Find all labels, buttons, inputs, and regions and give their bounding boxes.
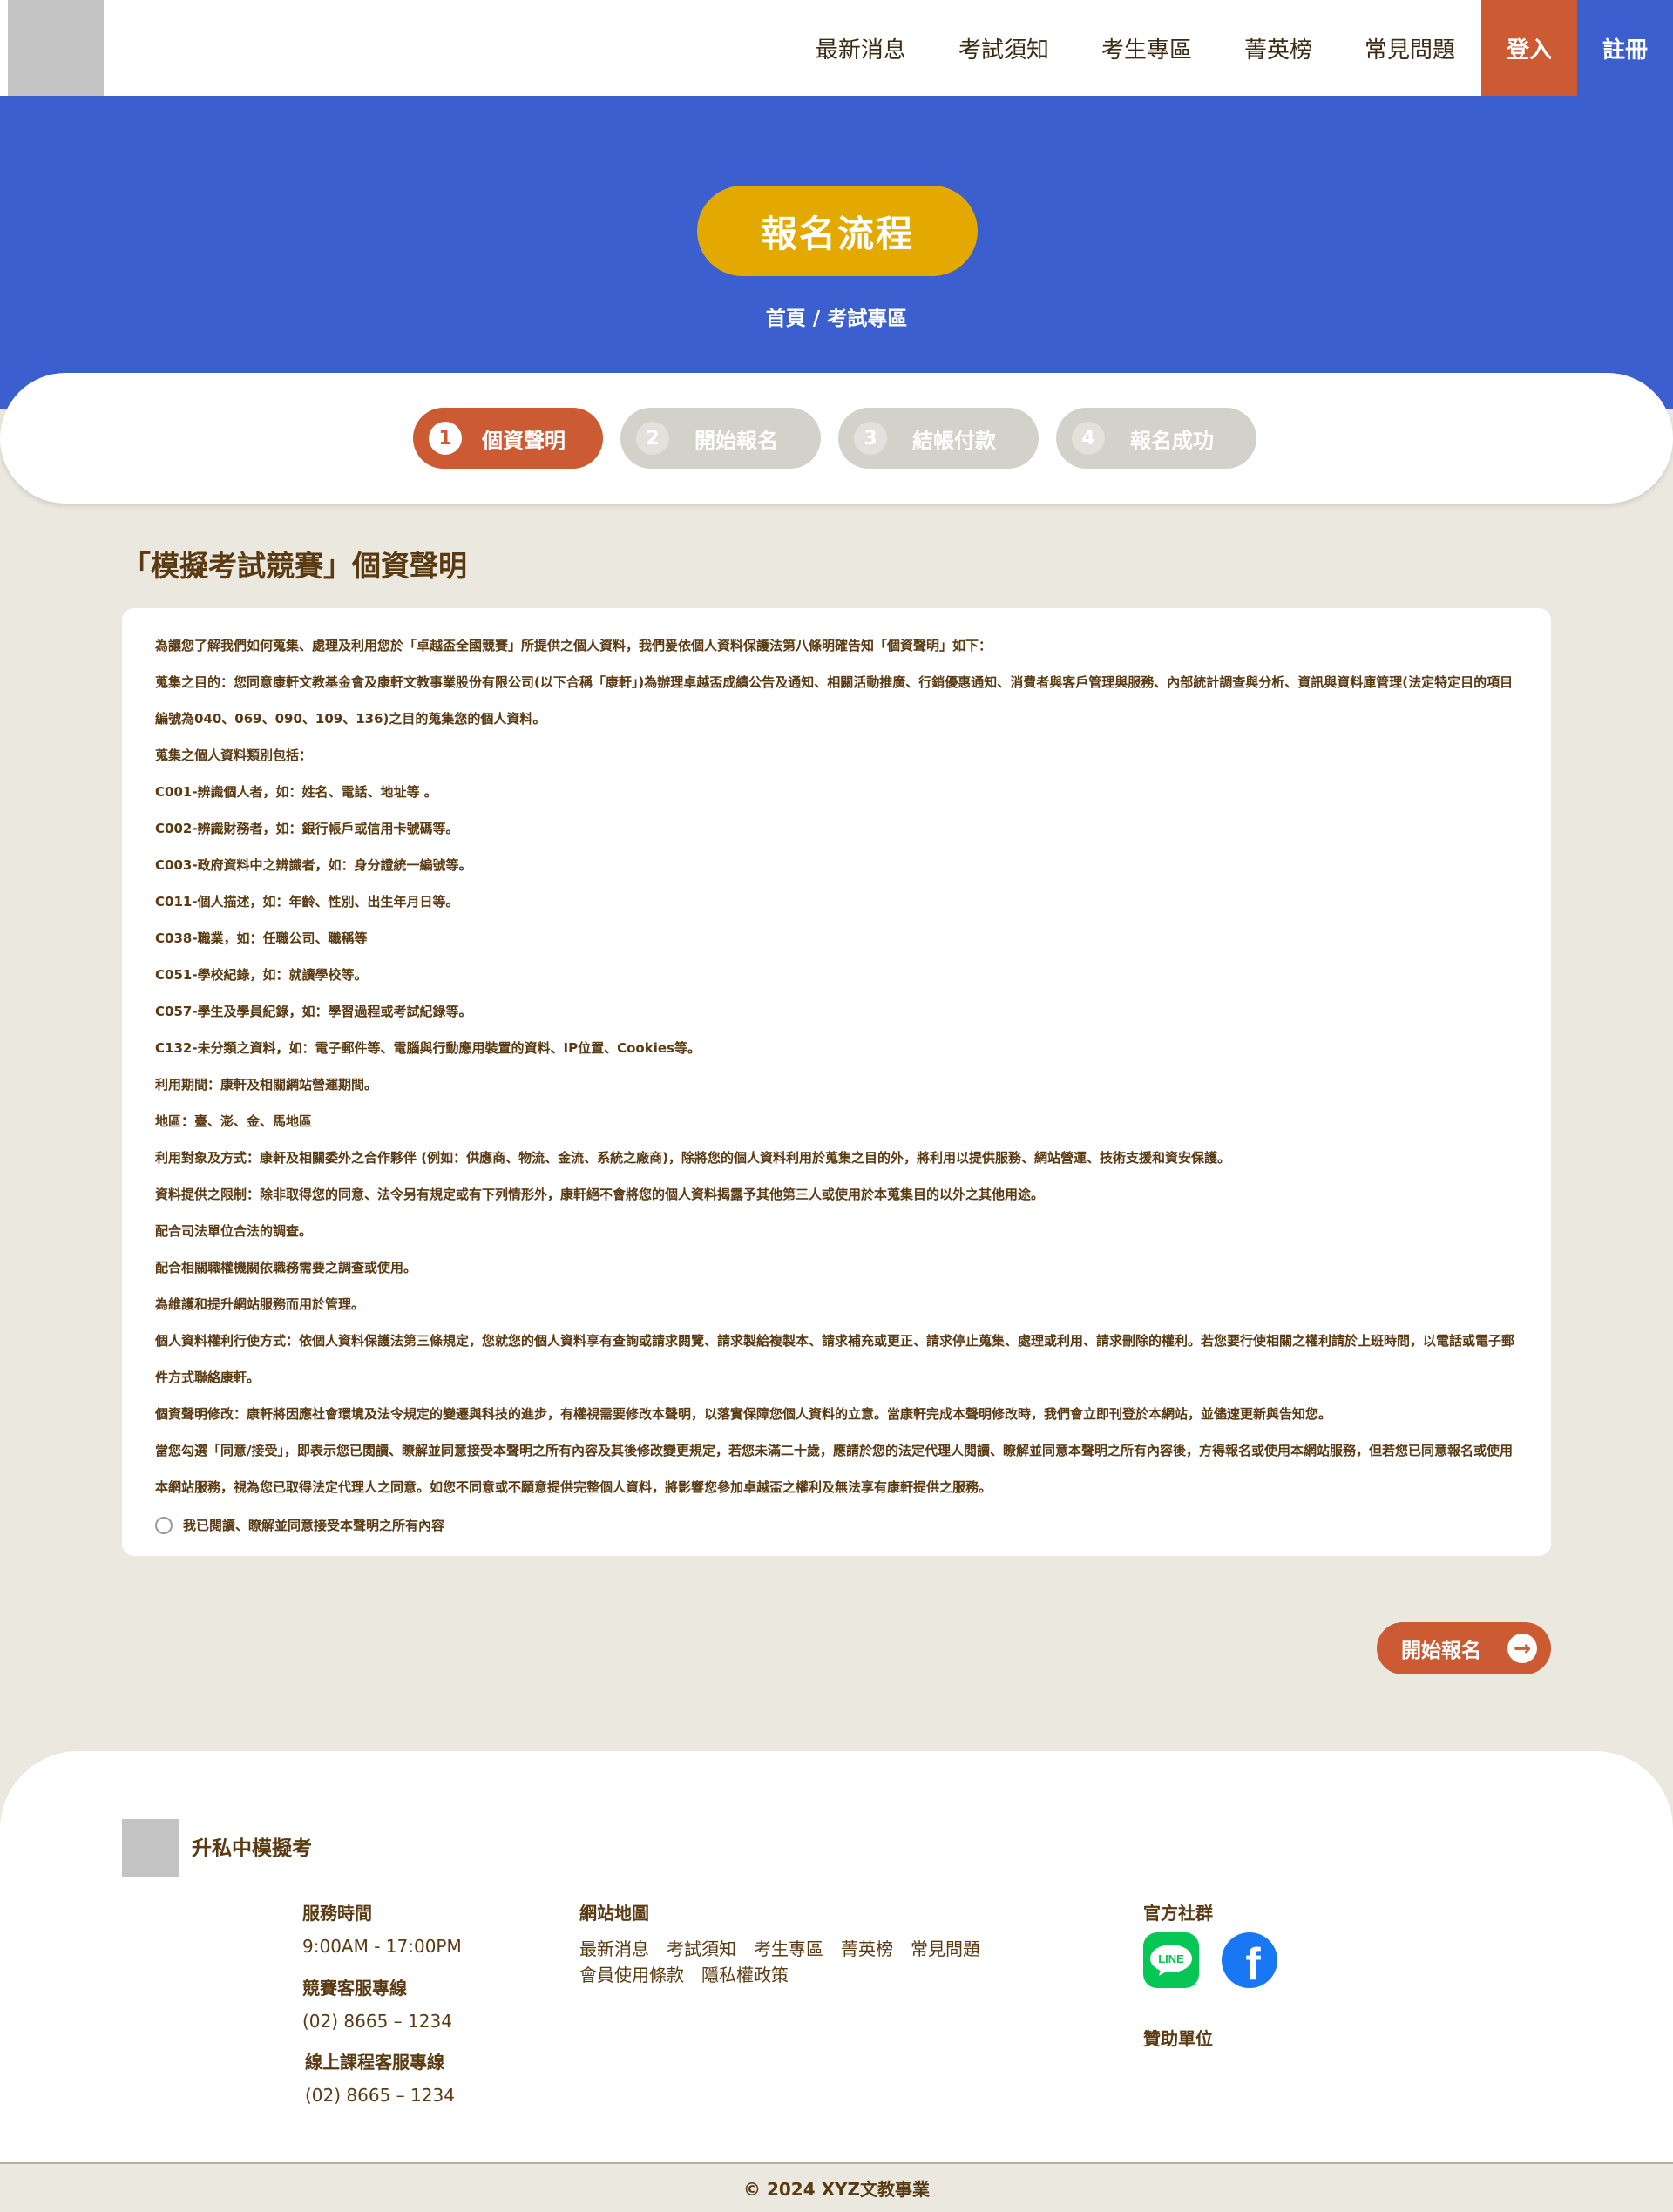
online-hotline-number: (02) 8665 – 1234 — [305, 2085, 455, 2106]
footer-link-member-terms[interactable]: 會員使用條款 — [579, 1962, 684, 1988]
statement-paragraph: 蒐集之目的：您同意康軒文教基金會及康軒文教事業股份有限公司(以下合稱「康軒」)為… — [155, 674, 1514, 727]
statement-paragraph: 利用期間：康軒及相關網站營運期間。 — [155, 1077, 378, 1092]
login-button[interactable]: 登入 — [1481, 0, 1577, 96]
agree-radio[interactable] — [155, 1516, 173, 1534]
main-nav: 最新消息 考試須知 考生專區 菁英榜 常見問題 登入 註冊 — [816, 0, 1673, 96]
hotline-number: (02) 8665 – 1234 — [302, 2011, 452, 2032]
step-label: 報名成功 — [1130, 428, 1214, 453]
nav-latest-news[interactable]: 最新消息 — [816, 0, 932, 96]
copyright: © 2024 XYZ文教事業 — [0, 2162, 1673, 2212]
statement-paragraph: 當您勾選「同意/接受」，即表示您已閱讀、瞭解並同意接受本聲明之所有內容及其後修改… — [155, 1443, 1513, 1495]
step-privacy-statement[interactable]: 1 個資聲明 — [413, 408, 603, 469]
statement-paragraph: C011-個人描述，如：年齡、性別、出生年月日等。 — [155, 894, 459, 910]
start-registration-label: 開始報名 — [1401, 1640, 1481, 1662]
sitemap-links: 最新消息 考試須知 考生專區 菁英榜 常見問題 會員使用條款 隱私權政策 — [579, 1936, 1033, 1988]
footer-link-latest-news[interactable]: 最新消息 — [579, 1936, 649, 1962]
agree-checkbox-row[interactable]: 我已閱讀、瞭解並同意接受本聲明之所有內容 — [155, 1516, 444, 1534]
online-hotline-label: 線上課程客服專線 — [305, 2052, 444, 2073]
site-footer: 升私中模擬考 服務時間 9:00AM - 17:00PM 競賽客服專線 (02)… — [0, 1751, 1673, 2162]
footer-link-honor-roll[interactable]: 菁英榜 — [841, 1936, 893, 1962]
footer-logo — [122, 1819, 179, 1877]
statement-paragraph: C051-學校紀錄，如：就讀學校等。 — [155, 967, 368, 983]
statement-paragraph: C038-職業，如：任職公司、職稱等 — [155, 930, 368, 946]
step-number: 4 — [1072, 422, 1105, 455]
sponsor-label: 贊助單位 — [1143, 2028, 1213, 2049]
progress-steps: 1 個資聲明 2 開始報名 3 結帳付款 4 報名成功 — [413, 408, 1256, 469]
step-label: 結帳付款 — [912, 428, 996, 453]
statement-paragraph: C132-未分類之資料，如：電子郵件等、電腦與行動應用裝置的資料、IP位置、Co… — [155, 1040, 701, 1056]
hotline-label: 競賽客服專線 — [302, 1978, 407, 1999]
step-number: 3 — [854, 422, 887, 455]
statement-paragraph: 個資聲明修改：康軒將因應社會環境及法令規定的變遷與科技的進步，有權視需要修改本聲… — [155, 1406, 1332, 1422]
step-start-registration[interactable]: 2 開始報名 — [620, 408, 821, 469]
service-hours: 9:00AM - 17:00PM — [302, 1936, 462, 1957]
statement-paragraph: 配合相關職權機關依職務需要之調查或使用。 — [155, 1260, 417, 1275]
social-label: 官方社群 — [1143, 1903, 1213, 1924]
section-title: 「模擬考試競賽」個資聲明 — [122, 549, 467, 583]
footer-brand: 升私中模擬考 — [192, 1837, 312, 1860]
nav-candidate-zone[interactable]: 考生專區 — [1075, 0, 1218, 96]
step-checkout[interactable]: 3 結帳付款 — [838, 408, 1039, 469]
statement-text: 為讓您了解我們如何蒐集、處理及利用您於「卓越盃全國競賽」所提供之個人資料，我們爰… — [155, 627, 1520, 1505]
agree-label: 我已閱讀、瞭解並同意接受本聲明之所有內容 — [183, 1518, 445, 1533]
footer-link-exam-notice[interactable]: 考試須知 — [667, 1936, 736, 1962]
step-success[interactable]: 4 報名成功 — [1056, 408, 1256, 469]
step-label: 開始報名 — [694, 428, 778, 453]
service-hours-label: 服務時間 — [302, 1903, 372, 1924]
statement-paragraph: 地區：臺、澎、金、馬地區 — [155, 1113, 313, 1129]
arrow-right-icon: → — [1507, 1634, 1537, 1663]
site-logo[interactable] — [8, 0, 104, 96]
footer-link-privacy-policy[interactable]: 隱私權政策 — [701, 1962, 789, 1988]
statement-paragraph: C003-政府資料中之辨識者，如：身分證統一編號等。 — [155, 857, 472, 873]
footer-link-faq[interactable]: 常見問題 — [911, 1936, 980, 1962]
facebook-icon[interactable]: f — [1222, 1932, 1277, 1988]
start-registration-button[interactable]: 開始報名 → — [1377, 1622, 1551, 1674]
progress-steps-bar: 1 個資聲明 2 開始報名 3 結帳付款 4 報名成功 — [0, 373, 1673, 504]
nav-faq[interactable]: 常見問題 — [1338, 0, 1481, 96]
site-header: 最新消息 考試須知 考生專區 菁英榜 常見問題 登入 註冊 — [0, 0, 1673, 96]
statement-paragraph: 個人資料權利行使方式：依個人資料保護法第三條規定，您就您的個人資料享有查詢或請求… — [155, 1333, 1515, 1385]
page-title: 報名流程 — [760, 212, 914, 255]
statement-paragraph: 為讓您了解我們如何蒐集、處理及利用您於「卓越盃全國競賽」所提供之個人資料，我們爰… — [155, 638, 992, 653]
statement-paragraph: 蒐集之個人資料類別包括： — [155, 747, 313, 763]
statement-paragraph: 為維護和提升網站服務而用於管理。 — [155, 1296, 365, 1312]
step-label: 個資聲明 — [482, 428, 566, 453]
statement-paragraph: 配合司法單位合法的調查。 — [155, 1223, 313, 1239]
svg-text:f: f — [1245, 1939, 1261, 1988]
hero-banner: 報名流程 首頁 / 考試專區 — [0, 96, 1673, 409]
statement-paragraph: C002-辨識財務者，如：銀行帳戶或信用卡號碼等。 — [155, 821, 459, 836]
line-icon[interactable]: LINE — [1143, 1932, 1199, 1988]
step-number: 2 — [636, 422, 669, 455]
nav-honor-roll[interactable]: 菁英榜 — [1218, 0, 1338, 96]
sitemap-label: 網站地圖 — [579, 1903, 649, 1924]
svg-text:LINE: LINE — [1158, 1952, 1184, 1965]
privacy-statement-card: 為讓您了解我們如何蒐集、處理及利用您於「卓越盃全國競賽」所提供之個人資料，我們爰… — [122, 608, 1551, 1556]
statement-paragraph: 資料提供之限制：除非取得您的同意、法令另有規定或有下列情形外，康軒絕不會將您的個… — [155, 1187, 1045, 1202]
statement-paragraph: 利用對象及方式：康軒及相關委外之合作夥伴 (例如：供應商、物流、金流、系統之廠商… — [155, 1150, 1230, 1166]
statement-paragraph: C057-學生及學員紀錄，如：學習過程或考試紀錄等。 — [155, 1004, 472, 1019]
footer-link-candidate-zone[interactable]: 考生專區 — [754, 1936, 823, 1962]
register-button[interactable]: 註冊 — [1577, 0, 1673, 96]
step-number: 1 — [429, 422, 462, 455]
statement-paragraph: C001-辨識個人者，如：姓名、電話、地址等 。 — [155, 784, 437, 800]
nav-exam-notice[interactable]: 考試須知 — [932, 0, 1075, 96]
breadcrumb[interactable]: 首頁 / 考試專區 — [0, 301, 1673, 331]
